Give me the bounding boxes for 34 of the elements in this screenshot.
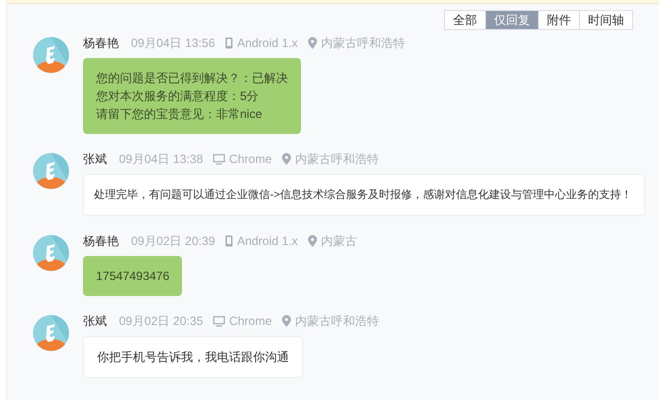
avatar-icon: [33, 37, 69, 73]
location-text: 内蒙古呼和浩特: [320, 35, 405, 52]
monitor-icon: [213, 154, 226, 164]
device-name: Chrome: [229, 151, 272, 168]
message-text: 17547493476: [96, 268, 170, 285]
author-name: 张斌: [83, 313, 107, 330]
device-name: Android 1.x: [237, 35, 298, 52]
avatar-icon: [33, 153, 69, 189]
message-text: 请留下您的宝贵意见：非常nice: [96, 106, 264, 123]
phone-icon: [225, 37, 234, 49]
avatar-icon: [33, 235, 69, 271]
author-name: 杨春艳: [83, 35, 119, 52]
message-text: 您的问题是否已得到解决？：已解决: [96, 70, 288, 87]
message-time: 09月02日 20:35: [119, 313, 204, 330]
message-text: 处理完毕，有问题可以通过企业微信->信息技术综合服务及时报修，感谢对信息化建设与管理中心业务的支持！: [94, 188, 634, 203]
device-name: Chrome: [229, 313, 272, 330]
message-text: 您对本次服务的满意程度：5分: [96, 88, 260, 105]
location-text: 内蒙古: [320, 233, 357, 250]
avatar-icon: [33, 315, 69, 351]
location-pin-icon: [308, 37, 317, 49]
location-pin-icon: [282, 153, 291, 165]
message-text: 你把手机号告诉我，我电话跟你沟通: [97, 349, 289, 366]
device-name: Android 1.x: [237, 233, 298, 250]
location-text: 内蒙古呼和浩特: [294, 313, 379, 330]
message-time: 09月04日 13:38: [119, 151, 204, 168]
message-time: 09月02日 20:39: [131, 233, 216, 250]
phone-icon: [225, 235, 234, 247]
location-pin-icon: [282, 315, 291, 327]
author-name: 张斌: [83, 151, 107, 168]
message-time: 09月04日 13:56: [131, 35, 216, 52]
monitor-icon: [213, 316, 226, 326]
location-pin-icon: [308, 235, 317, 247]
location-text: 内蒙古呼和浩特: [294, 151, 379, 168]
author-name: 杨春艳: [83, 233, 119, 250]
